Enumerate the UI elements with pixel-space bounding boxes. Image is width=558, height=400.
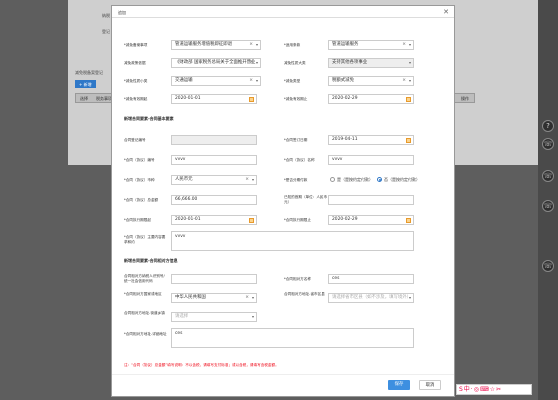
select-currency[interactable]: 人民币元 × ▾ bbox=[171, 175, 257, 185]
save-button[interactable]: 保存 bbox=[388, 380, 410, 390]
select-reduction-type[interactable]: 税额式减免 × ▾ bbox=[328, 76, 414, 86]
label-party-street: 合同相对方地址-街道乡镇 bbox=[124, 311, 165, 315]
input-party-name[interactable]: ces bbox=[328, 274, 414, 284]
section-contract-basic: 新增合同要素-合同基本要素 bbox=[124, 116, 174, 121]
input-contract-code[interactable]: vvvv bbox=[171, 155, 257, 165]
date-valid-start[interactable]: 2020-01-01 bbox=[171, 94, 257, 104]
date-exec-start[interactable]: 2020-01-01 bbox=[171, 215, 257, 225]
radio-installment-no[interactable] bbox=[377, 177, 382, 182]
select-party-street[interactable]: 请选择 ▾ bbox=[171, 312, 257, 322]
label-contract-code: *合同（协议）编号 bbox=[124, 158, 155, 162]
calendar-icon[interactable] bbox=[249, 218, 254, 223]
select-party-country[interactable]: 中华人民共和国 × ▾ bbox=[171, 293, 257, 303]
date-valid-end[interactable]: 2020-02-29 bbox=[328, 94, 414, 104]
label-reduction-type: *减免类型 bbox=[284, 79, 301, 83]
side-headset-icon-4[interactable]: ☏ bbox=[542, 260, 554, 272]
input-party-taxid[interactable] bbox=[171, 274, 257, 284]
ime-toolbar[interactable]: S中·◎⌨☆✂ bbox=[456, 384, 532, 395]
modal-dialog: 追加 ✕ *减免备案事项 管道运输服务增值税即征即退 × ▾ *适用条款 管道运输服… bbox=[111, 5, 455, 397]
amount-note: 注：“合同（协议）总金额”填写说明：不以含税，请填写支付标准；或以含税，请填写含… bbox=[124, 363, 279, 367]
side-headset-icon-3[interactable]: ☏ bbox=[542, 200, 554, 212]
label-valid-end: *减免有效期止 bbox=[284, 97, 308, 101]
label-paid: 已知的首期（单位：人民币元） bbox=[284, 195, 328, 204]
select-policy-basis[interactable]: 《财政部 国家税务总局关于全面推开营业 × ▾ bbox=[171, 58, 261, 68]
bg-col-item: 税务事项 bbox=[96, 96, 112, 101]
radio-installment-yes[interactable] bbox=[330, 177, 335, 182]
modal-footer: 保存 取消 bbox=[112, 374, 454, 396]
label-nature-major: 减免性质大类 bbox=[284, 61, 306, 65]
bg-label-2: 登记 bbox=[102, 29, 110, 34]
label-party-name: *合同相对方名称 bbox=[284, 277, 311, 281]
label-contract-reg-no: 合同登记编号 bbox=[124, 138, 146, 142]
label-applicable-clause: *适用条款 bbox=[284, 43, 301, 47]
section-counterparty: 新增合同要素-合同相对方信息 bbox=[124, 258, 178, 263]
date-exec-end[interactable]: 2020-02-29 bbox=[328, 215, 414, 225]
radio-yes-label: 是（是按约定付款） bbox=[337, 177, 373, 182]
bg-section-title: 减免税备案登记 bbox=[75, 70, 103, 75]
bg-label-1: 纳税 bbox=[102, 13, 110, 18]
select-reduction-item[interactable]: 管道运输服务增值税即征即退 × ▾ bbox=[171, 40, 261, 50]
label-policy-basis: 减免政策依据 bbox=[124, 61, 146, 65]
label-valid-start: *减免有效期起 bbox=[124, 97, 148, 101]
bg-col-select: 选择 bbox=[80, 96, 88, 101]
calendar-icon[interactable] bbox=[249, 97, 254, 102]
input-paid[interactable] bbox=[328, 195, 414, 205]
label-installment: *是否分期付款 bbox=[284, 178, 308, 182]
side-headset-icon-2[interactable]: ☏ bbox=[542, 170, 554, 182]
radio-no-label: 否（是按约定付款） bbox=[384, 177, 420, 182]
input-amount[interactable]: 66,666.00 bbox=[171, 195, 257, 205]
label-party-province: 合同相对方地址-省市区县 bbox=[284, 292, 325, 296]
label-amount: *合同（协议）总金额 bbox=[124, 198, 159, 202]
label-party-taxid: 合同相对方纳税人识别号/统一社会信用代码 bbox=[124, 274, 165, 283]
bg-add-button: + 新增 bbox=[75, 80, 96, 88]
side-headset-icon[interactable]: ☏ bbox=[542, 138, 554, 150]
field-contract-reg-no bbox=[171, 135, 257, 145]
label-sign-date: *合同签订日期 bbox=[284, 138, 308, 142]
textarea-party-address[interactable]: ces bbox=[171, 328, 414, 348]
label-exec-start: *合同执行期限起 bbox=[124, 218, 151, 222]
label-nature-minor: *减免性质小类 bbox=[124, 79, 148, 83]
calendar-icon[interactable] bbox=[406, 218, 411, 223]
side-help-icon[interactable]: ? bbox=[542, 120, 554, 132]
side-toolbar: ? ☏ ☏ ☏ ☏ bbox=[538, 0, 558, 400]
label-reduction-item: *减免备案事项 bbox=[124, 43, 148, 47]
close-icon[interactable]: ✕ bbox=[443, 8, 449, 16]
bg-col-action: 操作 bbox=[461, 96, 469, 101]
calendar-icon[interactable] bbox=[406, 97, 411, 102]
cancel-button[interactable]: 取消 bbox=[419, 380, 441, 390]
field-nature-major: 支持其他各项事业 ▾ bbox=[328, 58, 414, 68]
label-exec-end: *合同执行期限止 bbox=[284, 218, 311, 222]
select-applicable-clause[interactable]: 管道运输服务 × ▾ bbox=[328, 40, 414, 50]
label-contract-name: *合同（协议）名称 bbox=[284, 158, 315, 162]
calendar-icon[interactable] bbox=[406, 138, 411, 143]
label-party-country: *合同相对方国家或地区 bbox=[124, 292, 162, 296]
label-main-content: *合同（协议）主要内容要求和约 bbox=[124, 235, 166, 244]
label-currency: *合同（协议）币种 bbox=[124, 178, 155, 182]
select-nature-minor[interactable]: 交通运输 × ▾ bbox=[171, 76, 261, 86]
modal-header: 追加 ✕ bbox=[112, 6, 454, 18]
textarea-main-content[interactable]: vvvv bbox=[171, 231, 414, 251]
input-contract-name[interactable]: vvvv bbox=[328, 155, 414, 165]
date-sign[interactable]: 2019-04-11 bbox=[328, 135, 414, 145]
modal-title: 追加 bbox=[118, 10, 126, 15]
select-party-province[interactable]: 请选择省市区县（如不涉及，填写境外） ▾ bbox=[328, 293, 414, 303]
modal-body: *减免备案事项 管道运输服务增值税即征即退 × ▾ *适用条款 管道运输服务 × ▾ 减… bbox=[112, 19, 456, 369]
label-party-address: *合同相对方地址-详细地址 bbox=[124, 332, 167, 336]
